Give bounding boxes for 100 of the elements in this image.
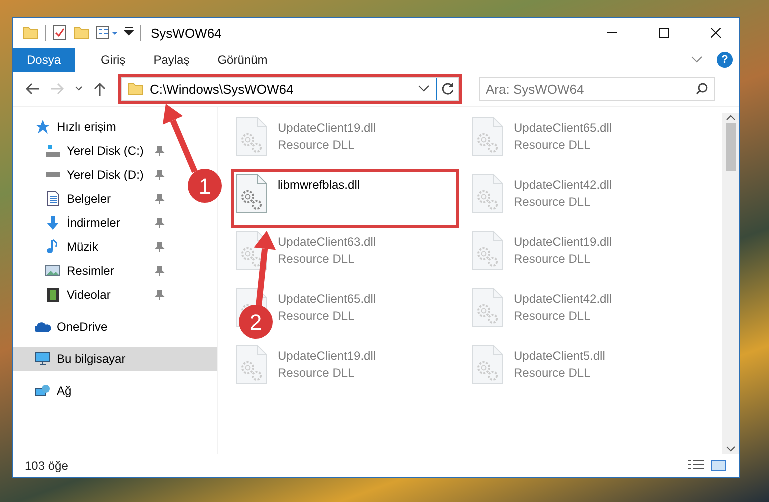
file-type: Resource DLL (278, 138, 356, 152)
window-title: SysWOW64 (151, 26, 223, 40)
sidebar-item[interactable]: OneDrive (13, 315, 177, 339)
highlighted-file-item[interactable]: libmwrefblas.dll (232, 170, 458, 227)
file-name[interactable]: UpdateClient65.dll (514, 121, 612, 135)
file-name[interactable]: UpdateClient42.dll (514, 292, 612, 306)
folder-icon (23, 25, 39, 41)
sidebar-item[interactable]: Hızlı erişim (13, 115, 177, 139)
up-arrow-icon (94, 82, 106, 96)
download-icon (45, 215, 61, 231)
pin-icon (155, 218, 165, 228)
sidebar-label: İndirmeler (67, 216, 122, 230)
sidebar-label: Belgeler (67, 192, 112, 206)
refresh-icon (442, 83, 454, 95)
file-type: Resource DLL (514, 195, 592, 209)
ribbon-tab[interactable]: Paylaş (140, 48, 204, 72)
network-icon (35, 383, 51, 399)
sidebar-item[interactable]: İndirmeler (13, 211, 177, 235)
ribbon-tab[interactable]: Giriş (87, 48, 140, 72)
gear-file-icon (236, 174, 268, 214)
maximize-icon (659, 28, 669, 38)
scroll-down-icon (726, 444, 736, 454)
item-count: 103 öğe (25, 458, 70, 472)
pin-icon (155, 170, 165, 180)
file-type: Resource DLL (514, 252, 592, 266)
file-type: Resource DLL (514, 366, 592, 380)
large-icons-view-icon (711, 458, 727, 472)
film-icon (45, 287, 61, 303)
file-name[interactable]: UpdateClient63.dll (278, 235, 376, 249)
computer-icon (35, 351, 51, 367)
search-field[interactable]: Ara: SysWOW64 (479, 77, 715, 101)
close-icon (711, 28, 721, 38)
folder-icon (74, 25, 90, 41)
file-type: Resource DLL (514, 138, 592, 152)
sidebar-item[interactable]: Videolar (13, 283, 177, 307)
file-name[interactable]: UpdateClient19.dll (514, 235, 612, 249)
sidebar-label: Müzik (67, 240, 100, 254)
file-name[interactable]: UpdateClient65.dll (278, 292, 376, 306)
properties-icon (96, 25, 118, 41)
file-name[interactable]: libmwrefblas.dll (278, 178, 360, 192)
checklist-icon (52, 25, 68, 41)
gear-file-icon (472, 231, 504, 271)
sidebar-label: Yerel Disk (D:) (67, 168, 145, 182)
gear-file-icon (472, 345, 504, 385)
drive-icon (45, 172, 61, 178)
sidebar-item[interactable]: Belgeler (13, 187, 177, 211)
sidebar-item[interactable]: Resimler (13, 259, 177, 283)
chevron-down-icon (75, 86, 83, 92)
file-type: Resource DLL (278, 366, 356, 380)
file-type: Resource DLL (278, 309, 356, 323)
sidebar-label: Resimler (67, 264, 116, 278)
gear-file-icon (472, 288, 504, 328)
star-icon (35, 119, 51, 135)
picture-icon (45, 263, 61, 279)
scroll-up-icon (726, 113, 736, 123)
pin-icon (155, 146, 165, 156)
file-menu-button[interactable]: Dosya (13, 48, 76, 72)
file-type: Resource DLL (514, 309, 592, 323)
file-name[interactable]: UpdateClient42.dll (514, 178, 612, 192)
file-type: Resource DLL (278, 252, 356, 266)
pin-icon (155, 290, 165, 300)
sidebar-item[interactable]: Bu bilgisayar (13, 347, 217, 371)
callout-arrow (162, 104, 198, 174)
sidebar-label: Ağ (57, 384, 73, 398)
chevron-down-icon (691, 56, 703, 64)
sidebar-label: Videolar (67, 288, 112, 302)
sidebar-label: OneDrive (57, 320, 109, 334)
address-path: C:\Windows\SysWOW64 (150, 82, 295, 96)
file-name[interactable]: UpdateClient19.dll (278, 121, 376, 135)
file-name[interactable]: UpdateClient19.dll (278, 349, 376, 363)
sidebar-label: Hızlı erişim (57, 120, 118, 134)
step-badge: 1 (188, 169, 222, 203)
sidebar-label: Yerel Disk (C:) (67, 144, 145, 158)
drive-icon (45, 143, 61, 159)
gear-file-icon (236, 117, 268, 157)
gear-file-icon (472, 117, 504, 157)
details-view-icon (687, 458, 705, 472)
pin-icon (155, 266, 165, 276)
step-badge: 2 (239, 305, 273, 339)
ribbon-tab[interactable]: Görünüm (204, 48, 282, 72)
back-arrow-icon (25, 83, 39, 95)
document-icon (45, 191, 61, 207)
search-icon (696, 83, 708, 95)
sidebar-label: Bu bilgisayar (57, 352, 127, 366)
chevron-down-icon (418, 85, 430, 93)
sidebar-item[interactable]: Müzik (13, 235, 177, 259)
gear-file-icon (236, 345, 268, 385)
forward-arrow-icon (51, 83, 65, 95)
sidebar-item[interactable]: Yerel Disk (C:) (13, 139, 177, 163)
help-button[interactable]: ? (717, 52, 733, 68)
pin-icon (155, 194, 165, 204)
address-bar[interactable]: C:\Windows\SysWOW64 (121, 77, 459, 101)
gear-file-icon (472, 174, 504, 214)
sidebar-item[interactable]: Yerel Disk (D:) (13, 163, 177, 187)
minimize-icon (607, 32, 617, 34)
scrollbar[interactable] (722, 113, 739, 454)
file-name[interactable]: UpdateClient5.dll (514, 349, 606, 363)
scrollbar-thumb[interactable] (726, 123, 736, 171)
folder-icon (128, 81, 144, 97)
sidebar-item[interactable]: Ağ (13, 379, 177, 403)
